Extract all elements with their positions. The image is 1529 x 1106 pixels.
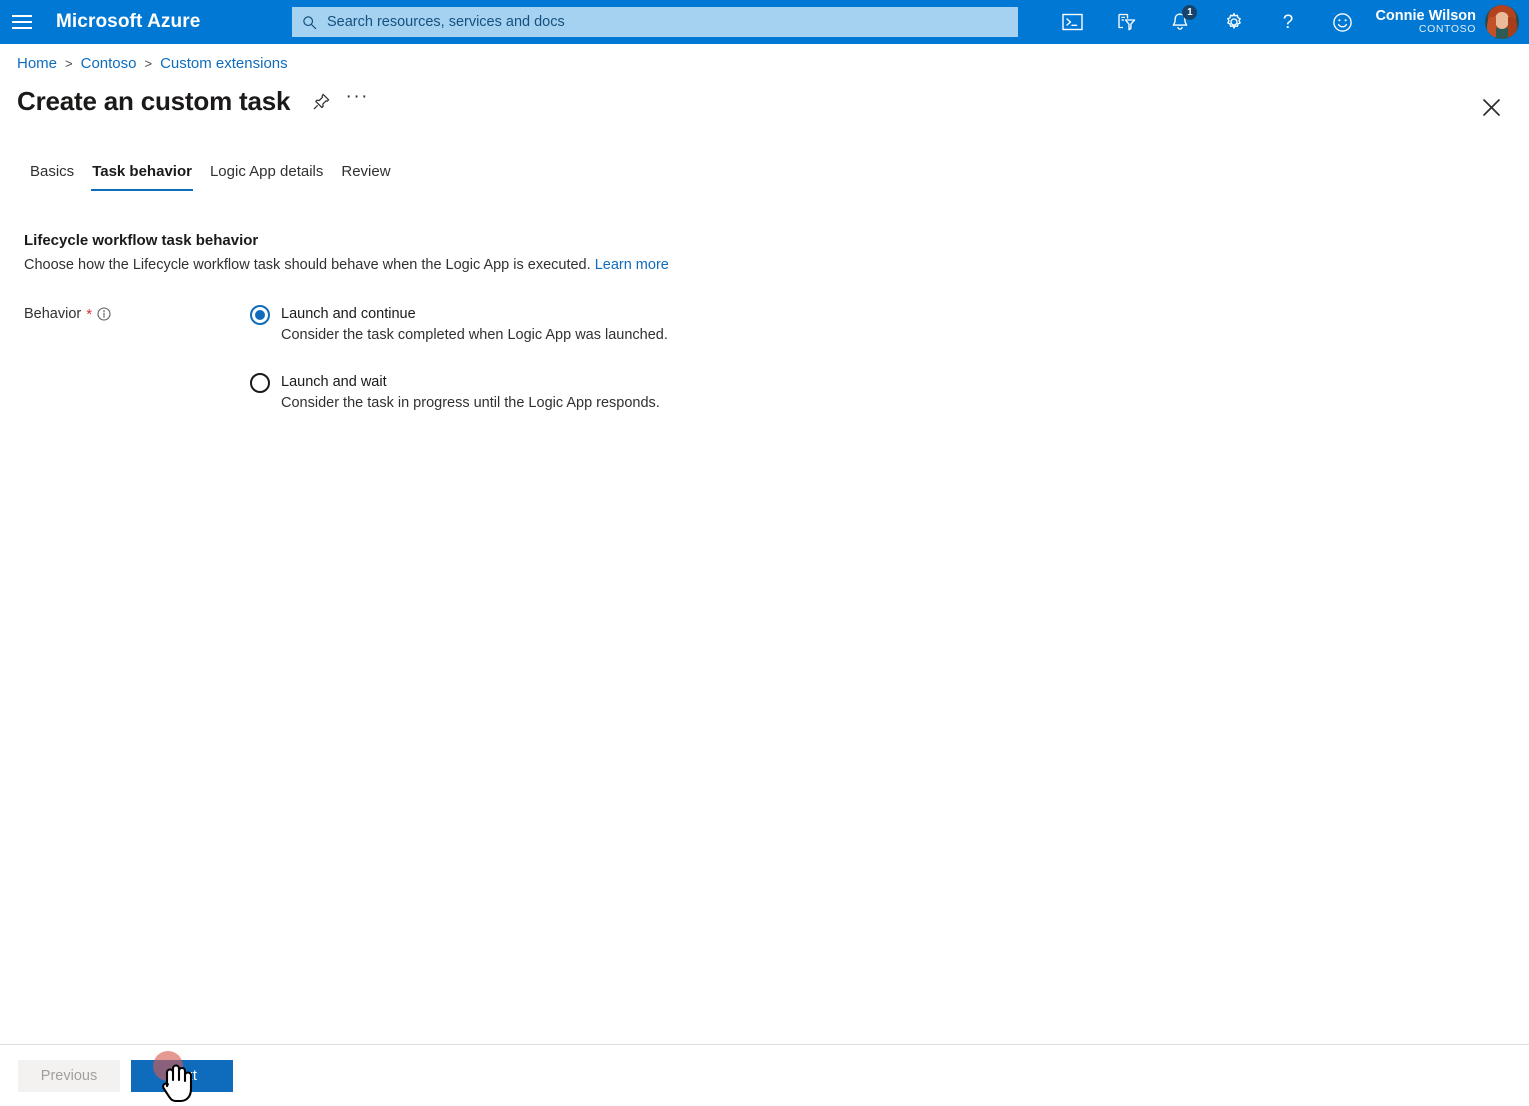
section-description: Choose how the Lifecycle workflow task s… xyxy=(24,257,669,273)
section-heading: Lifecycle workflow task behavior xyxy=(24,232,259,249)
previous-button[interactable]: Previous xyxy=(18,1059,120,1092)
radio-option-texts: Launch and wait Consider the task in pro… xyxy=(281,372,660,413)
behavior-field-label: Behavior * xyxy=(24,306,111,322)
breadcrumb-separator-icon: > xyxy=(65,56,73,71)
breadcrumb: Home > Contoso > Custom extensions xyxy=(17,55,288,72)
directory-filter-icon[interactable] xyxy=(1099,0,1153,44)
page-title: Create an custom task xyxy=(17,85,291,116)
required-asterisk: * xyxy=(86,305,93,323)
search-icon xyxy=(303,15,317,29)
radio-option-description: Consider the task in progress until the … xyxy=(281,394,660,411)
ellipsis-icon[interactable]: ··· xyxy=(342,84,372,118)
radio-option-launch-and-wait[interactable]: Launch and wait Consider the task in pro… xyxy=(250,372,668,413)
avatar-hair-left xyxy=(1487,17,1496,37)
azure-top-header: Microsoft Azure Search resources, servic… xyxy=(0,0,1529,44)
hamburger-line xyxy=(12,15,32,17)
tab-task-behavior[interactable]: Task behavior xyxy=(83,163,201,191)
tab-basics[interactable]: Basics xyxy=(21,163,83,191)
search-input[interactable] xyxy=(325,13,1008,31)
user-tenant: CONTOSO xyxy=(1418,23,1476,36)
behavior-radio-group: Launch and continue Consider the task co… xyxy=(250,304,668,440)
close-icon[interactable] xyxy=(1475,91,1507,123)
help-question-icon[interactable]: ? xyxy=(1261,0,1315,44)
notifications-bell-icon[interactable]: 1 xyxy=(1153,0,1207,44)
pin-icon[interactable] xyxy=(304,84,338,118)
svg-text:?: ? xyxy=(1283,12,1294,33)
wizard-footer: Previous Next xyxy=(0,1045,1529,1106)
radio-option-title: Launch and wait xyxy=(281,374,387,391)
radio-button-launch-and-continue[interactable] xyxy=(250,305,270,325)
tab-logic-app-details[interactable]: Logic App details xyxy=(201,163,332,191)
avatar[interactable] xyxy=(1485,5,1519,39)
wizard-tabs: Basics Task behavior Logic App details R… xyxy=(21,163,400,191)
hamburger-line xyxy=(12,21,32,23)
notification-badge-count: 1 xyxy=(1182,5,1198,20)
user-name: Connie Wilson xyxy=(1375,8,1476,24)
breadcrumb-item-home[interactable]: Home xyxy=(17,55,57,72)
cloud-shell-icon[interactable] xyxy=(1045,0,1099,44)
radio-option-texts: Launch and continue Consider the task co… xyxy=(281,304,668,345)
info-icon[interactable] xyxy=(97,307,111,321)
radio-option-title: Launch and continue xyxy=(281,306,416,322)
breadcrumb-item-contoso[interactable]: Contoso xyxy=(81,55,137,72)
learn-more-link[interactable]: Learn more xyxy=(595,257,669,273)
hamburger-line xyxy=(12,27,32,29)
next-button[interactable]: Next xyxy=(131,1059,233,1092)
breadcrumb-separator-icon: > xyxy=(144,56,153,71)
tab-review[interactable]: Review xyxy=(332,163,399,191)
global-search-box[interactable] xyxy=(292,7,1018,37)
user-identity: Connie Wilson CONTOSO xyxy=(1375,8,1476,36)
radio-option-launch-and-continue[interactable]: Launch and continue Consider the task co… xyxy=(250,304,668,345)
feedback-smiley-icon[interactable] xyxy=(1315,0,1369,44)
avatar-face xyxy=(1495,12,1509,29)
blade-title-row: Create an custom task ··· xyxy=(17,84,372,118)
breadcrumb-item-custom-extensions[interactable]: Custom extensions xyxy=(160,55,288,72)
hamburger-menu-icon[interactable] xyxy=(0,0,44,44)
azure-brand-label[interactable]: Microsoft Azure xyxy=(56,11,200,33)
avatar-hair-right xyxy=(1508,17,1517,37)
user-account-menu[interactable]: Connie Wilson CONTOSO xyxy=(1369,0,1529,44)
header-icon-group: 1 ? Connie Wilson CONTOSO xyxy=(1045,0,1529,44)
radio-option-description: Consider the task completed when Logic A… xyxy=(281,326,668,343)
section-description-text: Choose how the Lifecycle workflow task s… xyxy=(24,257,591,273)
behavior-label-text: Behavior xyxy=(24,306,82,322)
settings-gear-icon[interactable] xyxy=(1207,0,1261,44)
radio-button-launch-and-wait[interactable] xyxy=(250,373,270,394)
